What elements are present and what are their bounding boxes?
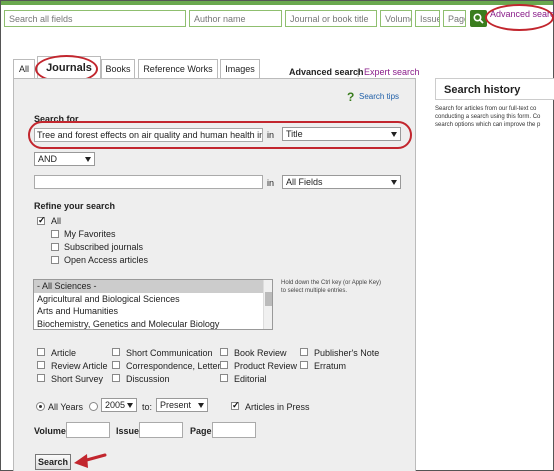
tab-reference-works[interactable]: Reference Works [138,59,218,78]
radio-year-range[interactable] [89,402,98,411]
checkbox-all[interactable] [37,215,46,226]
list-item[interactable]: Arts and Humanities [34,305,272,318]
to-label: to: [142,402,153,412]
checkbox-review-article-label: Review Article [51,361,108,371]
search-term-2-input[interactable] [34,175,263,189]
refine-label: Refine your search [34,201,116,211]
checkbox-articles-in-press-label: Articles in Press [245,402,310,412]
page-label: Page [190,426,212,436]
year-to-value: Present [160,400,192,410]
volume-input[interactable]: Volume [380,10,412,27]
checkbox-short-communication-label: Short Communication [126,348,213,358]
help-question-icon: ? [347,90,355,104]
checkbox-discussion[interactable] [112,374,120,382]
mode-separator: | [357,67,360,77]
chevron-down-icon [85,157,91,162]
checkbox-review-article[interactable] [37,361,45,369]
tab-books[interactable]: Books [101,59,135,78]
checkbox-erratum-label: Erratum [314,361,347,371]
checkbox-editorial[interactable] [220,374,228,382]
tab-all[interactable]: All [13,59,35,78]
checkbox-erratum[interactable] [300,361,308,369]
arrow-pointer-icon [74,453,107,468]
search-icon [473,13,484,24]
checkbox-short-survey-label: Short Survey [51,374,104,384]
radio-all-years-label: All Years [48,402,84,412]
checkbox-correspondence-letter-label: Correspondence, Letter [126,361,221,371]
field-select-2-value: All Fields [286,177,323,187]
author-name-input[interactable]: Author name [189,10,282,27]
checkbox-subscribed-journals-label: Subscribed journals [64,242,144,252]
checkbox-all-label: All [51,216,62,226]
advanced-search-mode: Advanced search [289,67,364,77]
search-history-line: Search for articles from our full-text c… [435,106,537,112]
expert-search-link[interactable]: Expert search [364,67,420,77]
boolean-operator-select[interactable]: AND [34,152,95,166]
highlight-oval-search-row [28,121,412,149]
search-history-line: conducting a search using this form. Co [435,114,541,120]
checkbox-open-access-label: Open Access articles [64,255,149,265]
tab-images[interactable]: Images [220,59,260,78]
chevron-down-icon [127,403,133,408]
year-from-select[interactable]: 2005 [101,398,137,412]
in-label-2: in [267,178,275,188]
volume-field[interactable] [66,422,110,438]
multi-select-hint-2: to select multiple entries. [281,288,348,294]
chevron-down-icon [198,403,204,408]
checkbox-editorial-label: Editorial [234,374,267,384]
journal-title-input[interactable]: Journal or book title [285,10,377,27]
radio-all-years[interactable] [36,402,45,411]
search-tips-link[interactable]: Search tips [359,92,399,101]
search-history-description: Search for articles from our full-text c… [435,105,553,129]
list-item[interactable]: Agricultural and Biological Sciences [34,293,272,306]
checkbox-article-label: Article [51,348,77,358]
highlight-oval-advanced [485,4,554,31]
checkbox-publishers-note[interactable] [300,348,308,356]
checkbox-short-survey[interactable] [37,374,45,382]
issue-label: Issue [116,426,140,436]
list-item[interactable]: Biochemistry, Genetics and Molecular Bio… [34,318,272,330]
volume-label: Volume [34,426,66,436]
year-to-select[interactable]: Present [156,398,208,412]
checkbox-discussion-label: Discussion [126,374,170,384]
checkbox-open-access[interactable] [51,256,59,264]
checkbox-short-communication[interactable] [112,348,120,356]
search-history-line: search options which can improve the p [435,122,541,128]
checkbox-correspondence-letter[interactable] [112,361,120,369]
boolean-operator-value: AND [38,154,58,164]
checkbox-my-favorites-label: My Favorites [64,229,116,239]
checkbox-product-review[interactable] [220,361,228,369]
search-button[interactable]: Search [35,454,71,470]
issue-input[interactable]: Issue [415,10,440,27]
checkbox-subscribed-journals[interactable] [51,243,59,251]
field-select-2[interactable]: All Fields [282,175,401,189]
page-field[interactable] [212,422,256,438]
scrollbar-thumb[interactable] [265,292,272,306]
checkbox-product-review-label: Product Review [234,361,298,371]
listbox-scrollbar[interactable] [263,280,272,329]
checkbox-articles-in-press[interactable] [231,400,240,411]
checkbox-article[interactable] [37,348,45,356]
issue-field[interactable] [139,422,183,438]
search-history-title: Search history [435,78,554,100]
subject-area-listbox[interactable]: - All Sciences - Agricultural and Biolog… [33,279,273,330]
checkbox-publishers-note-label: Publisher's Note [314,348,380,358]
multi-select-hint-1: Hold down the Ctrl key (or Apple Key) [281,280,382,286]
list-item[interactable]: - All Sciences - [34,280,272,293]
page-input[interactable]: Page [443,10,466,27]
checkbox-book-review[interactable] [220,348,228,356]
search-all-fields-input[interactable]: Search all fields [4,10,186,27]
checkbox-book-review-label: Book Review [234,348,287,358]
chevron-down-icon [391,180,397,185]
checkbox-my-favorites[interactable] [51,230,59,238]
year-from-value: 2005 [105,400,126,410]
